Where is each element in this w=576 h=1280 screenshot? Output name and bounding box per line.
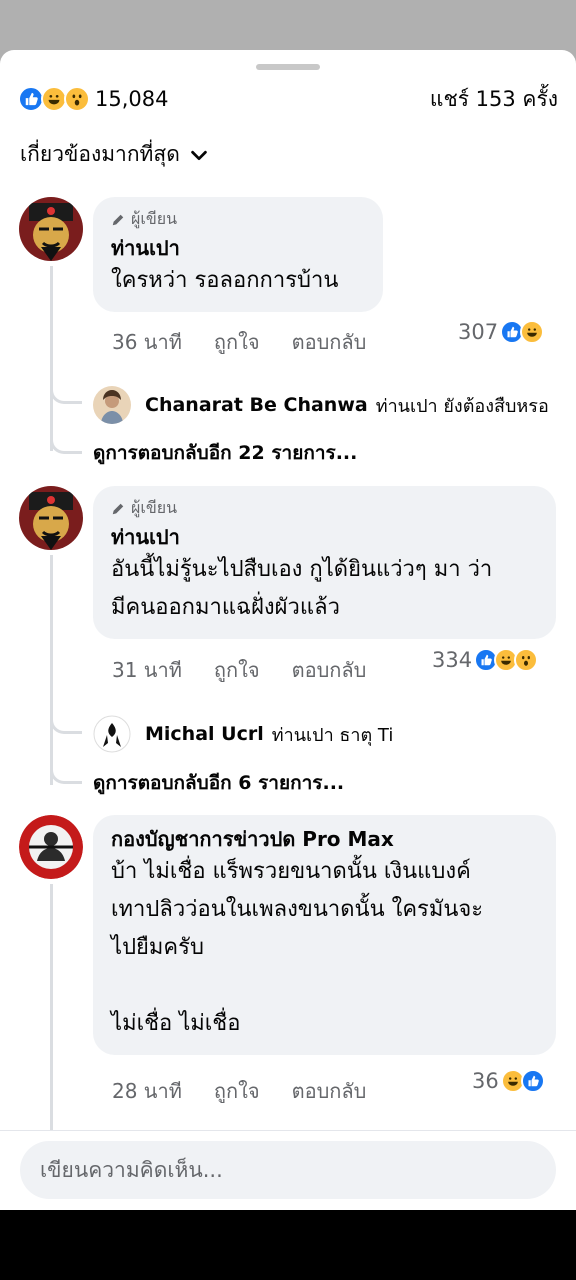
system-navigation-bar <box>0 1210 576 1280</box>
comment-timestamp[interactable]: 36 นาที <box>112 326 182 358</box>
sheet-drag-handle[interactable] <box>256 64 320 70</box>
reply-connector <box>50 380 82 404</box>
sort-label: เกี่ยวข้องมากที่สุด <box>20 142 180 166</box>
share-count[interactable]: แชร์ 153 ครั้ง <box>430 83 558 116</box>
avatar[interactable] <box>19 815 83 879</box>
comment-input-placeholder: เขียนความคิดเห็น... <box>40 1157 223 1182</box>
comment-reactions[interactable]: 334 <box>432 648 539 672</box>
comment-actions: 28 นาที ถูกใจ ตอบกลับ <box>112 1075 398 1107</box>
reply-text: ท่านเปา ธาตุ Ti <box>271 724 394 746</box>
sort-dropdown[interactable]: เกี่ยวข้องมากที่สุด <box>20 138 210 171</box>
avatar[interactable] <box>19 486 83 550</box>
like-button[interactable]: ถูกใจ <box>214 1075 260 1107</box>
comment-bubble[interactable]: ผู้เขียน ท่านเปา ใครหว่า รอลอกการบ้าน <box>93 197 383 312</box>
comments-sheet: 15,084 แชร์ 153 ครั้ง เกี่ยวข้องมากที่สุ… <box>0 50 576 1210</box>
reaction-count: 15,084 <box>95 87 169 111</box>
comment-text: อันนี้ไม่รู้นะไปสืบเอง กูได้ยินแว่วๆ มา … <box>111 557 493 620</box>
reply-button[interactable]: ตอบกลับ <box>292 654 367 686</box>
like-button[interactable]: ถูกใจ <box>214 654 260 686</box>
reaction-count: 36 <box>472 1069 499 1093</box>
avatar <box>93 386 131 424</box>
view-more-replies-link[interactable]: ดูการตอบกลับอีก 22 รายการ... <box>93 438 357 468</box>
pencil-icon <box>112 503 124 514</box>
thread-line <box>50 884 53 1130</box>
comment-timestamp[interactable]: 28 นาที <box>112 1075 182 1107</box>
comment-reactions[interactable]: 307 <box>458 320 545 344</box>
wow-reaction-icon <box>64 86 90 112</box>
reply-button[interactable]: ตอบกลับ <box>292 326 367 358</box>
wow-reaction-icon <box>514 648 539 672</box>
avatar[interactable] <box>19 197 83 261</box>
like-reaction-icon <box>520 1069 545 1093</box>
comment-author-name[interactable]: กองบัญชาการข่าวปด Pro Max <box>111 825 538 853</box>
chevron-down-icon <box>191 150 207 160</box>
comment-input[interactable]: เขียนความคิดเห็น... <box>20 1141 556 1199</box>
view-more-replies-link[interactable]: ดูการตอบกลับอีก 6 รายการ... <box>93 768 344 798</box>
author-badge: ผู้เขียน <box>111 207 365 232</box>
comment-text: ใครหว่า รอลอกการบ้าน <box>111 268 339 293</box>
reply-text: ท่านเปา ยังต้องสืบหรอ <box>375 395 549 417</box>
comment-bubble[interactable]: กองบัญชาการข่าวปด Pro Max บ้า ไม่เชื่อ แ… <box>93 815 556 1055</box>
comment-timestamp[interactable]: 31 นาที <box>112 654 182 686</box>
reply-connector <box>50 426 82 454</box>
reaction-summary: 15,084 แชร์ 153 ครั้ง <box>18 82 558 116</box>
reaction-summary-left[interactable]: 15,084 <box>18 86 168 112</box>
reaction-count: 307 <box>458 320 499 344</box>
comment-author-name[interactable]: ท่านเปา <box>111 234 365 262</box>
reaction-count: 334 <box>432 648 473 672</box>
comment-actions: 31 นาที ถูกใจ ตอบกลับ <box>112 654 398 686</box>
reply-author-name: Chanarat Be Chanwa <box>145 394 368 416</box>
reply-connector <box>50 710 82 734</box>
comment-author-name[interactable]: ท่านเปา <box>111 523 538 551</box>
comment-text: บ้า ไม่เชื่อ แร็พรวยขนาดนั้น เงินแบงค์ เ… <box>111 859 484 1036</box>
haha-reaction-icon <box>520 320 545 344</box>
pencil-icon <box>112 214 124 225</box>
comment-actions: 36 นาที ถูกใจ ตอบกลับ <box>112 326 398 358</box>
comment-bubble[interactable]: ผู้เขียน ท่านเปา อันนี้ไม่รู้นะไปสืบเอง … <box>93 486 556 639</box>
comment-reactions[interactable]: 36 <box>472 1069 545 1093</box>
reply-preview[interactable]: Chanarat Be Chanwa ท่านเปา ยังต้องสืบหรอ <box>93 386 549 424</box>
reply-button[interactable]: ตอบกลับ <box>292 1075 367 1107</box>
author-badge: ผู้เขียน <box>111 496 538 521</box>
avatar <box>93 715 131 753</box>
reply-connector <box>50 756 82 784</box>
composer-bar: เขียนความคิดเห็น... <box>0 1130 576 1210</box>
reply-author-name: Michal Ucrl <box>145 723 264 745</box>
reply-preview[interactable]: Michal Ucrl ท่านเปา ธาตุ Ti <box>93 715 393 753</box>
like-button[interactable]: ถูกใจ <box>214 326 260 358</box>
